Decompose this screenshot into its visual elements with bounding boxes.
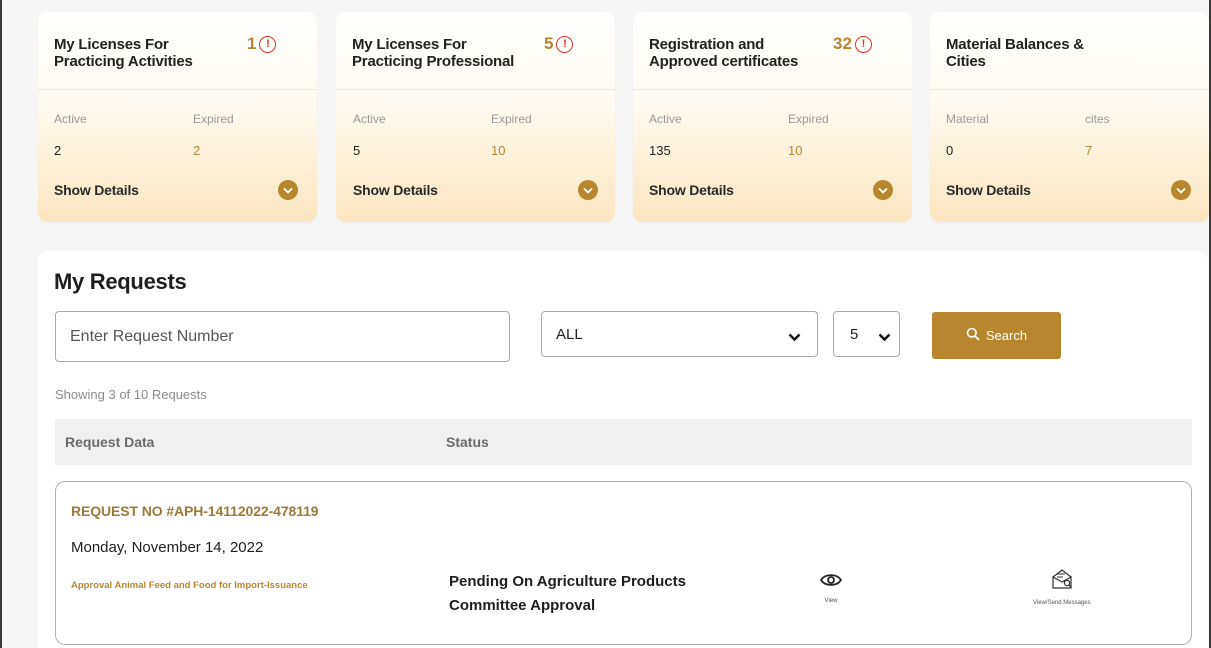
column-status: Status (446, 434, 489, 450)
active-label: Active (649, 112, 682, 126)
expired-label: Expired (788, 112, 829, 126)
active-value: 5 (353, 143, 361, 158)
chevron-down-icon (788, 329, 801, 347)
material-label: Material (946, 112, 989, 126)
card-header: Registration and Approved certificates 3… (633, 12, 912, 90)
column-request-data: Request Data (65, 434, 155, 450)
page-title: My Requests (54, 269, 187, 294)
card-title: Material Balances & Cities (946, 36, 1084, 70)
page-size-value: 5 (850, 326, 859, 343)
card-count-value: 32 (833, 34, 852, 53)
show-details-link[interactable]: Show Details (54, 182, 139, 198)
active-label: Active (353, 112, 386, 126)
request-date: Monday, November 14, 2022 (71, 539, 264, 556)
request-status: Pending On Agriculture Products Committe… (449, 570, 729, 618)
card-count: 1 ! (247, 34, 277, 54)
eye-icon (819, 572, 843, 593)
card-material-balances: Material Balances & Cities Material cite… (930, 12, 1209, 222)
active-value: 2 (54, 143, 62, 158)
cites-label: cites (1085, 112, 1110, 126)
expired-label: Expired (491, 112, 532, 126)
request-row: REQUEST NO #APH-14112022-478119 Monday, … (55, 481, 1192, 645)
card-header: My Licenses For Practicing Activities 1 … (38, 12, 317, 90)
search-button-label: Search (985, 328, 1028, 343)
expired-label: Expired (193, 112, 234, 126)
material-value: 0 (946, 143, 954, 158)
card-count: 32 ! (833, 34, 872, 54)
request-status-line1: Pending On Agriculture Products (449, 573, 686, 590)
status-select[interactable]: ALL (541, 311, 818, 357)
card-practicing-activities: My Licenses For Practicing Activities 1 … (38, 12, 317, 222)
card-title: Registration and Approved certificates (649, 36, 799, 70)
my-requests-panel: My Requests ALL 5 Search Showing 3 of 10… (38, 251, 1208, 648)
expired-value: 10 (788, 143, 803, 158)
status-select-value: ALL (556, 326, 583, 343)
show-details-link[interactable]: Show Details (353, 182, 438, 198)
results-count: Showing 3 of 10 Requests (55, 387, 207, 402)
request-number-input[interactable] (55, 311, 510, 362)
messages-label: View/Send Messages (1033, 600, 1091, 606)
search-button[interactable]: Search (932, 312, 1061, 359)
active-value: 135 (649, 143, 671, 158)
messages-button[interactable]: View/Send Messages (1033, 568, 1091, 606)
alert-icon: ! (259, 35, 277, 53)
request-number: REQUEST NO #APH-14112022-478119 (71, 503, 319, 519)
chevron-down-icon[interactable] (278, 180, 298, 200)
alert-icon: ! (854, 35, 872, 53)
message-envelope-icon (1051, 568, 1073, 595)
card-registration-certificates: Registration and Approved certificates 3… (633, 12, 912, 222)
expired-value: 2 (193, 143, 201, 158)
card-title: My Licenses For Practicing Professional (352, 36, 515, 70)
view-label: View (824, 598, 838, 604)
card-count-value: 1 (247, 34, 257, 53)
view-button[interactable]: View (819, 572, 843, 604)
card-count: 5 ! (544, 34, 574, 54)
active-label: Active (54, 112, 87, 126)
request-status-line2: Committee Approval (449, 597, 596, 614)
show-details-link[interactable]: Show Details (946, 182, 1031, 198)
chevron-down-icon[interactable] (578, 180, 598, 200)
chevron-down-icon[interactable] (873, 180, 893, 200)
page-size-select[interactable]: 5 (833, 311, 900, 357)
expired-value: 10 (491, 143, 506, 158)
table-header: Request Data Status (55, 419, 1192, 465)
alert-icon: ! (556, 35, 574, 53)
request-service: Approval Animal Feed and Food for Import… (71, 580, 308, 591)
card-header: Material Balances & Cities (930, 12, 1209, 90)
card-count-value: 5 (544, 34, 554, 53)
cites-value: 7 (1085, 143, 1093, 158)
card-title: My Licenses For Practicing Activities (54, 36, 193, 70)
chevron-down-icon[interactable] (1171, 180, 1191, 200)
search-icon (966, 327, 980, 344)
card-header: My Licenses For Practicing Professional … (336, 12, 615, 90)
chevron-down-icon (878, 329, 891, 347)
show-details-link[interactable]: Show Details (649, 182, 734, 198)
window-border-left (0, 0, 2, 648)
card-practicing-professional: My Licenses For Practicing Professional … (336, 12, 615, 222)
